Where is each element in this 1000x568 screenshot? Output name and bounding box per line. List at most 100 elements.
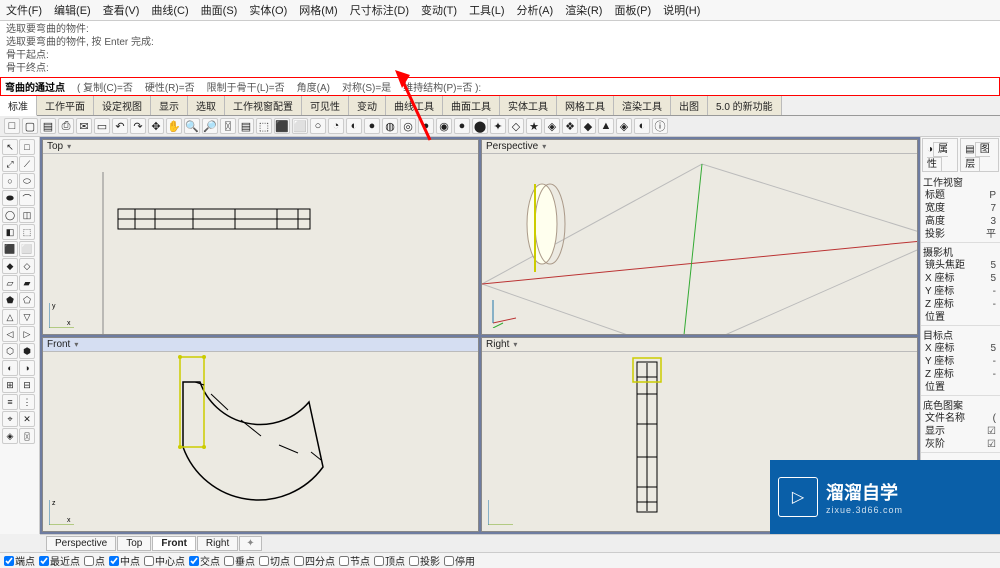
osnap-checkbox[interactable] (409, 556, 419, 566)
tab-solid-tools[interactable]: 实体工具 (500, 96, 557, 115)
tab-layers[interactable]: ▤图层 (960, 138, 999, 172)
osnap-最近点[interactable]: 最近点 (37, 553, 82, 568)
toolbar-btn-33[interactable]: ▲ (598, 118, 614, 134)
toolbar-btn-10[interactable]: 🔍 (184, 118, 200, 134)
toolbar-btn-32[interactable]: ◆ (580, 118, 596, 134)
osnap-checkbox[interactable] (189, 556, 199, 566)
command-prompt[interactable]: 弯曲的通过点 ( 复制(C)=否 硬性(R)=否 限制于骨干(L)=否 角度(A… (0, 77, 1000, 96)
toolbar-btn-12[interactable]: 〿 (220, 118, 236, 134)
toolbar-btn-1[interactable]: ▢ (22, 118, 38, 134)
toolbar-btn-13[interactable]: ▤ (238, 118, 254, 134)
left-tool-34[interactable]: ◈ (2, 428, 18, 444)
viewport-canvas[interactable] (482, 154, 917, 334)
viewport-top[interactable]: Top ▾ xy (42, 139, 479, 335)
viewport-title[interactable]: Perspective ▾ (482, 140, 917, 154)
tab-visibility[interactable]: 可见性 (302, 96, 349, 115)
chevron-down-icon[interactable]: ▾ (542, 142, 546, 151)
left-tool-21[interactable]: ▽ (19, 309, 35, 325)
left-tool-19[interactable]: ⬠ (19, 292, 35, 308)
left-tool-15[interactable]: ◇ (19, 258, 35, 274)
chevron-down-icon[interactable]: ▾ (513, 340, 517, 349)
vptab-perspective[interactable]: Perspective (46, 536, 116, 551)
cmd-opt[interactable]: 硬性(R)=否 (145, 79, 195, 94)
osnap-停用[interactable]: 停用 (442, 553, 477, 568)
osnap-四分点[interactable]: 四分点 (292, 553, 337, 568)
menu-file[interactable]: 文件(F) (6, 2, 42, 18)
tab-render-tools[interactable]: 渲染工具 (614, 96, 671, 115)
toolbar-btn-11[interactable]: 🔎 (202, 118, 218, 134)
left-tool-16[interactable]: ▱ (2, 275, 18, 291)
osnap-中心点[interactable]: 中心点 (142, 553, 187, 568)
menu-render[interactable]: 渲染(R) (565, 2, 602, 18)
osnap-顶点[interactable]: 顶点 (372, 553, 407, 568)
left-tool-11[interactable]: ⬚ (19, 224, 35, 240)
vptab-front[interactable]: Front (152, 536, 196, 551)
vptab-top[interactable]: Top (117, 536, 151, 551)
toolbar-btn-14[interactable]: ⬚ (256, 118, 272, 134)
cmd-opt[interactable]: 限制于骨干(L)=否 (207, 79, 285, 94)
toolbar-btn-27[interactable]: ✦ (490, 118, 506, 134)
left-tool-8[interactable]: ◯ (2, 207, 18, 223)
tab-select[interactable]: 选取 (188, 96, 225, 115)
menu-mesh[interactable]: 网格(M) (299, 2, 338, 18)
chevron-down-icon[interactable]: ▾ (74, 340, 78, 349)
left-tool-7[interactable]: ⌒ (19, 190, 35, 206)
viewport-front[interactable]: Front ▾ xz (42, 337, 479, 533)
left-tool-30[interactable]: ≡ (2, 394, 18, 410)
left-tool-35[interactable]: 〿 (19, 428, 35, 444)
menu-analyze[interactable]: 分析(A) (517, 2, 554, 18)
toolbar-btn-30[interactable]: ◈ (544, 118, 560, 134)
left-tool-24[interactable]: ⬡ (2, 343, 18, 359)
tab-standard[interactable]: 标准 (0, 96, 37, 116)
osnap-checkbox[interactable] (144, 556, 154, 566)
osnap-中点[interactable]: 中点 (107, 553, 142, 568)
left-tool-32[interactable]: ⌖ (2, 411, 18, 427)
osnap-checkbox[interactable] (4, 556, 14, 566)
left-tool-22[interactable]: ◁ (2, 326, 18, 342)
left-tool-9[interactable]: ◫ (19, 207, 35, 223)
cmd-opt[interactable]: 对称(S)=是 (342, 79, 391, 94)
toolbar-btn-7[interactable]: ↷ (130, 118, 146, 134)
osnap-checkbox[interactable] (294, 556, 304, 566)
osnap-节点[interactable]: 节点 (337, 553, 372, 568)
toolbar-btn-18[interactable]: ◔ (328, 118, 344, 134)
left-tool-12[interactable]: ⬛ (2, 241, 18, 257)
viewport-perspective[interactable]: Perspective ▾ (481, 139, 918, 335)
left-tool-14[interactable]: ◆ (2, 258, 18, 274)
osnap-checkbox[interactable] (84, 556, 94, 566)
left-tool-4[interactable]: ○ (2, 173, 18, 189)
tab-transform[interactable]: 变动 (349, 96, 386, 115)
left-tool-27[interactable]: ◑ (19, 360, 35, 376)
chevron-down-icon[interactable]: ▾ (67, 142, 71, 151)
toolbar-btn-6[interactable]: ↶ (112, 118, 128, 134)
left-tool-23[interactable]: ▷ (19, 326, 35, 342)
menu-panels[interactable]: 面板(P) (614, 2, 651, 18)
tab-cplane[interactable]: 工作平面 (37, 96, 94, 115)
left-tool-0[interactable]: ↖ (2, 139, 18, 155)
menu-dim[interactable]: 尺寸标注(D) (350, 2, 409, 18)
osnap-checkbox[interactable] (259, 556, 269, 566)
left-tool-29[interactable]: ⊟ (19, 377, 35, 393)
tab-viewport[interactable]: 工作视窗配置 (225, 96, 302, 115)
left-tool-28[interactable]: ⊞ (2, 377, 18, 393)
menu-edit[interactable]: 编辑(E) (54, 2, 91, 18)
tab-layout[interactable]: 出图 (671, 96, 708, 115)
left-tool-20[interactable]: △ (2, 309, 18, 325)
tab-properties[interactable]: ◑属性 (922, 138, 958, 172)
tab-display[interactable]: 显示 (151, 96, 188, 115)
osnap-checkbox[interactable] (39, 556, 49, 566)
cmd-opt[interactable]: ( 复制(C)=否 (77, 79, 133, 94)
tab-surface-tools[interactable]: 曲面工具 (443, 96, 500, 115)
toolbar-btn-5[interactable]: ▭ (94, 118, 110, 134)
toolbar-btn-35[interactable]: ◐ (634, 118, 650, 134)
left-tool-31[interactable]: ⋮ (19, 394, 35, 410)
left-tool-33[interactable]: ✕ (19, 411, 35, 427)
toolbar-btn-15[interactable]: ⬛ (274, 118, 290, 134)
toolbar-btn-4[interactable]: ✉ (76, 118, 92, 134)
left-tool-13[interactable]: ⬜ (19, 241, 35, 257)
left-tool-5[interactable]: ⬭ (19, 173, 35, 189)
osnap-checkbox[interactable] (109, 556, 119, 566)
vptab-add[interactable]: ✦ (239, 536, 261, 551)
viewport-canvas[interactable]: xy (43, 154, 478, 334)
tab-setview[interactable]: 设定视图 (94, 96, 151, 115)
